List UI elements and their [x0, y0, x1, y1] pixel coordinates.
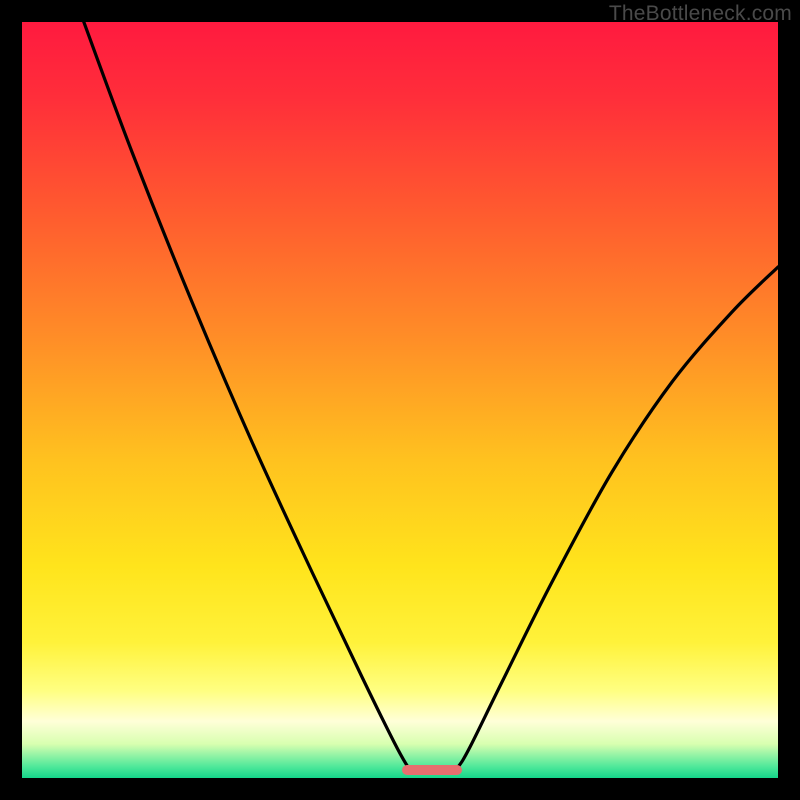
plot-area: [22, 22, 778, 778]
curve-layer: [22, 22, 778, 778]
watermark-text: TheBottleneck.com: [609, 2, 792, 26]
bottleneck-curve: [82, 22, 778, 772]
chart-frame: TheBottleneck.com: [0, 0, 800, 800]
minimum-marker: [402, 765, 462, 775]
